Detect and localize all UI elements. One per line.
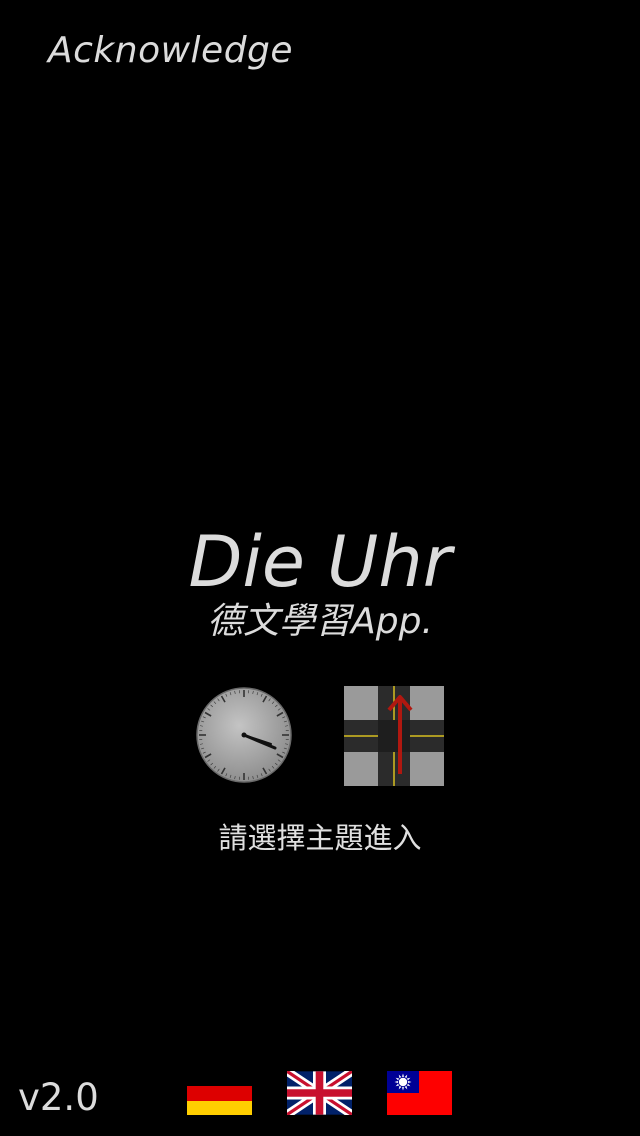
version-label: v2.0 — [18, 1076, 99, 1119]
app-subtitle: 德文學習App. — [207, 601, 433, 642]
clock-topic-button[interactable] — [195, 686, 295, 786]
topic-prompt: 請選擇主題進入 — [218, 821, 422, 855]
taiwan-flag-icon — [387, 1071, 452, 1115]
acknowledge-button[interactable]: Acknowledge — [48, 30, 293, 71]
language-chinese-button[interactable] — [387, 1071, 452, 1115]
german-flag-icon — [187, 1071, 252, 1115]
street-topic-button[interactable] — [344, 686, 444, 786]
uk-flag-icon — [284, 1067, 355, 1119]
clock-icon — [196, 687, 292, 783]
street-crossing-icon — [344, 686, 444, 786]
language-german-button[interactable] — [187, 1071, 252, 1115]
language-english-button[interactable] — [284, 1067, 355, 1119]
app-title: Die Uhr — [188, 521, 452, 603]
